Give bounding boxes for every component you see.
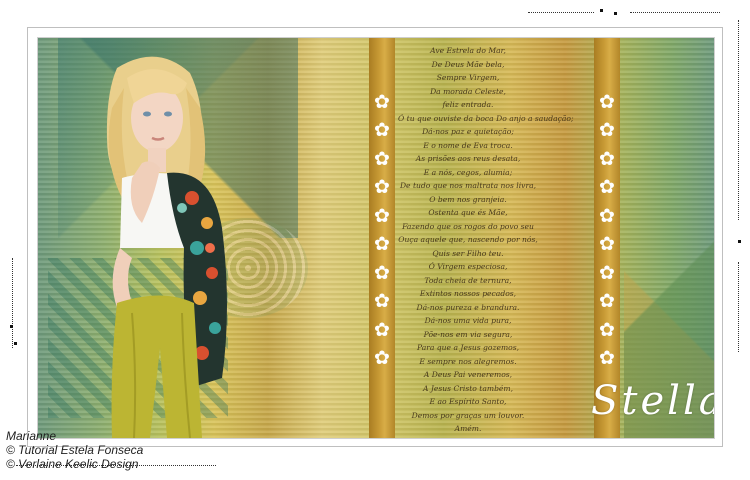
poem-line: Amém. (454, 424, 482, 433)
flower-icon: ✿ (599, 233, 615, 255)
flower-icon: ✿ (599, 319, 615, 341)
poem-line: feliz entrada. (442, 100, 494, 109)
poem-line: Põe-nos em via segura, (423, 329, 513, 339)
credits-block: Marianne © Tutorial Estela Fonseca © Ver… (6, 429, 143, 471)
flower-icon: ✿ (374, 290, 390, 312)
poem-line: De tudo que nos maltrata nos livra, (399, 181, 537, 190)
left-square-1 (10, 325, 13, 328)
flower-icon: ✿ (599, 205, 615, 227)
flower-icon: ✿ (599, 119, 615, 141)
poem-line: Ouça aquele que, nascendo por nós, (398, 235, 538, 244)
poem-line: Toda cheia de ternura, (424, 275, 512, 285)
left-dotted-line (12, 258, 13, 348)
poem-line: Para que a Jesus gozemos, (416, 343, 520, 352)
credit-author: Marianne (6, 429, 57, 443)
right-dotted-line-2 (738, 262, 739, 352)
poem-line: E o nome de Eva troca. (423, 140, 513, 150)
poem-line: As prisões aos reus desata, (415, 154, 521, 163)
flower-icon: ✿ (374, 262, 390, 284)
flower-icon: ✿ (599, 347, 615, 369)
poem-line: Ó tu que ouviste da boca Do anjo a sauda… (398, 113, 574, 123)
flower-icon: ✿ (599, 262, 615, 284)
poem-line: De Deus Mãe bela, (431, 59, 505, 69)
poem-line: E a nós, cegos, alumia; (423, 167, 513, 177)
poem-text-block: Ave Estrela do Mar, De Deus Mãe bela, Se… (398, 44, 574, 436)
poem-line: Dá-nos pureza e brandura. (416, 302, 520, 312)
credit-tutorial: © Tutorial Estela Fonseca (6, 443, 144, 457)
flower-icon: ✿ (374, 91, 390, 113)
flower-icon: ✿ (599, 176, 615, 198)
poem-line: Ó Virgem especiosa, (428, 262, 508, 271)
flower-icon: ✿ (374, 176, 390, 198)
flower-icon: ✿ (599, 148, 615, 170)
poem-line: Ostenta que és Mãe, (428, 208, 508, 217)
artwork-title: Stella (591, 378, 715, 424)
right-square (738, 240, 741, 243)
outer-frame: ✿ ✿ ✿ ✿ ✿ ✿ ✿ ✿ ✿ ✿ ✿ ✿ ✿ ✿ ✿ ✿ ✿ ✿ ✿ ✿ (27, 27, 723, 447)
poem-line: Quis ser Filho teu. (432, 248, 504, 258)
top-dotted-line-2 (630, 12, 720, 13)
flower-icon: ✿ (599, 91, 615, 113)
artwork-canvas: ✿ ✿ ✿ ✿ ✿ ✿ ✿ ✿ ✿ ✿ ✿ ✿ ✿ ✿ ✿ ✿ ✿ ✿ ✿ ✿ (37, 37, 715, 439)
flower-icon: ✿ (599, 290, 615, 312)
top-square-2 (614, 12, 617, 15)
poem-line: Extintos nossos pecados, (419, 289, 517, 298)
flower-icon: ✿ (374, 319, 390, 341)
flower-icon: ✿ (374, 347, 390, 369)
poem-line: O bem nos granjeia. (429, 194, 507, 204)
poem-line: Sempre Virgem, (436, 73, 500, 82)
credit-tube: © Verlaine Keelic Design (6, 457, 139, 471)
left-flower-panel: ✿ ✿ ✿ ✿ ✿ ✿ ✿ ✿ ✿ ✿ (369, 38, 395, 438)
poem-line: Fazendo que os rogos do povo seu (402, 221, 534, 231)
top-dotted-line (528, 12, 594, 13)
poem-line: Da morada Celeste, (430, 86, 506, 96)
woman-figure-image (106, 56, 227, 438)
flower-icon: ✿ (374, 205, 390, 227)
flower-icon: ✿ (374, 119, 390, 141)
poem-line: Ave Estrela do Mar, (430, 46, 506, 55)
poem-line: Dá-nos paz e quietação; (422, 127, 514, 136)
flower-icon: ✿ (374, 148, 390, 170)
poem-line: Demos por graças um louvor. (411, 410, 525, 420)
poem-line: A Jesus Cristo também, (422, 383, 514, 393)
poem-line: Dá-nos uma vida pura, (424, 316, 512, 325)
left-square-2 (14, 342, 17, 345)
poem-line: E ao Espírito Santo, (429, 397, 507, 406)
right-dotted-line (738, 20, 739, 220)
top-square-1 (600, 9, 603, 12)
flower-icon: ✿ (374, 233, 390, 255)
poem-line: E sempre nos alegremos. (419, 356, 517, 366)
poem-line: A Deus Pai veneremos, (423, 370, 513, 379)
